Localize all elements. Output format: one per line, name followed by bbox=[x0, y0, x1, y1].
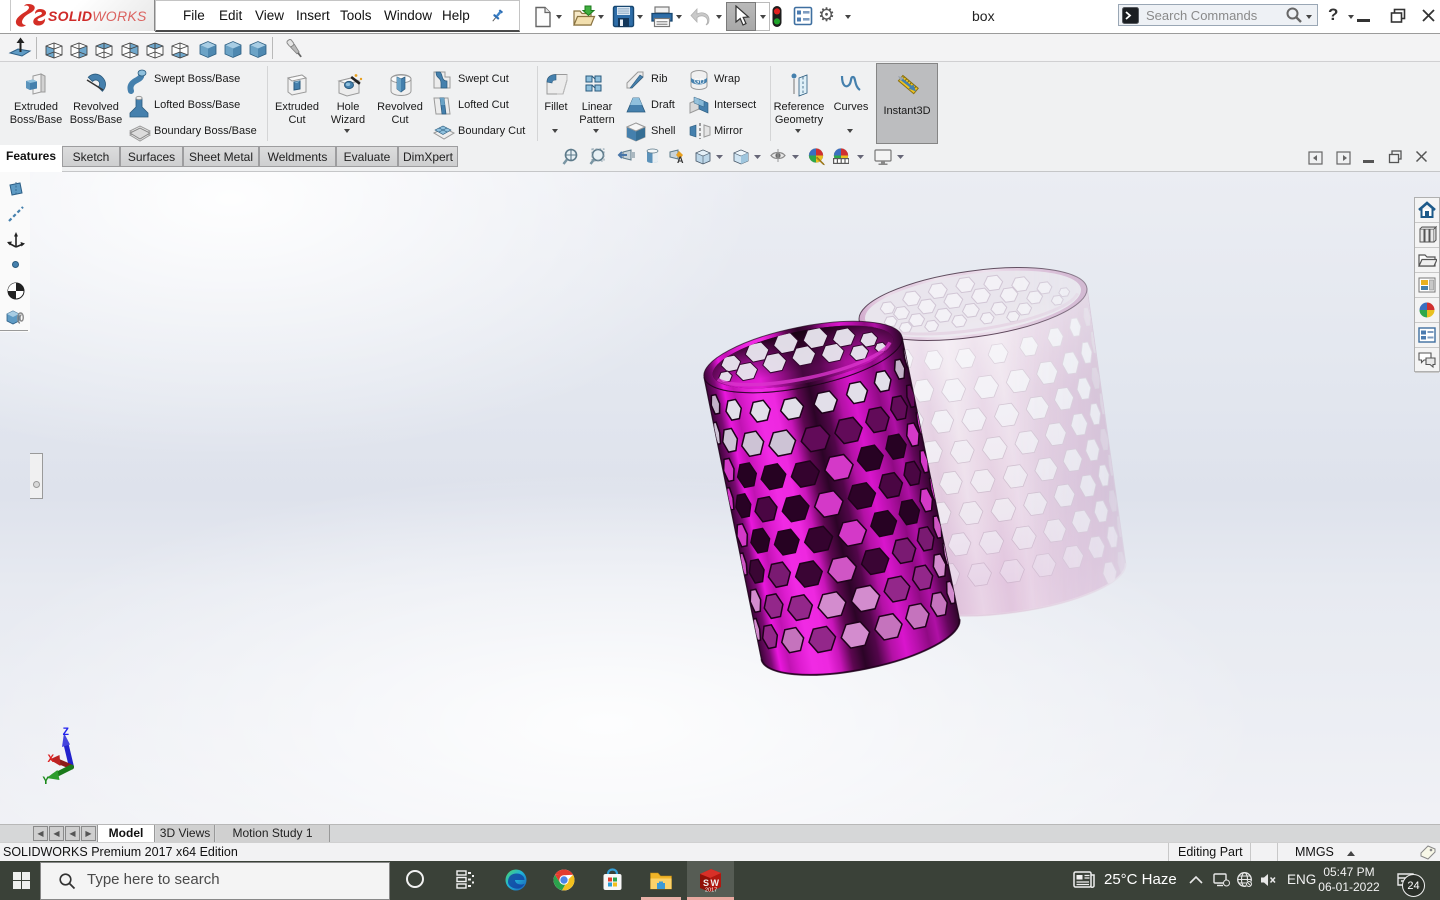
svg-text:X: X bbox=[48, 754, 55, 766]
svg-text:Z: Z bbox=[63, 727, 70, 739]
svg-text:2017: 2017 bbox=[705, 888, 717, 894]
svg-text:A: A bbox=[677, 155, 684, 165]
svg-text:W: W bbox=[711, 878, 720, 888]
svg-text:S: S bbox=[703, 878, 709, 888]
svg-text:GD: GD bbox=[694, 79, 705, 86]
svg-text:Y: Y bbox=[43, 776, 50, 788]
